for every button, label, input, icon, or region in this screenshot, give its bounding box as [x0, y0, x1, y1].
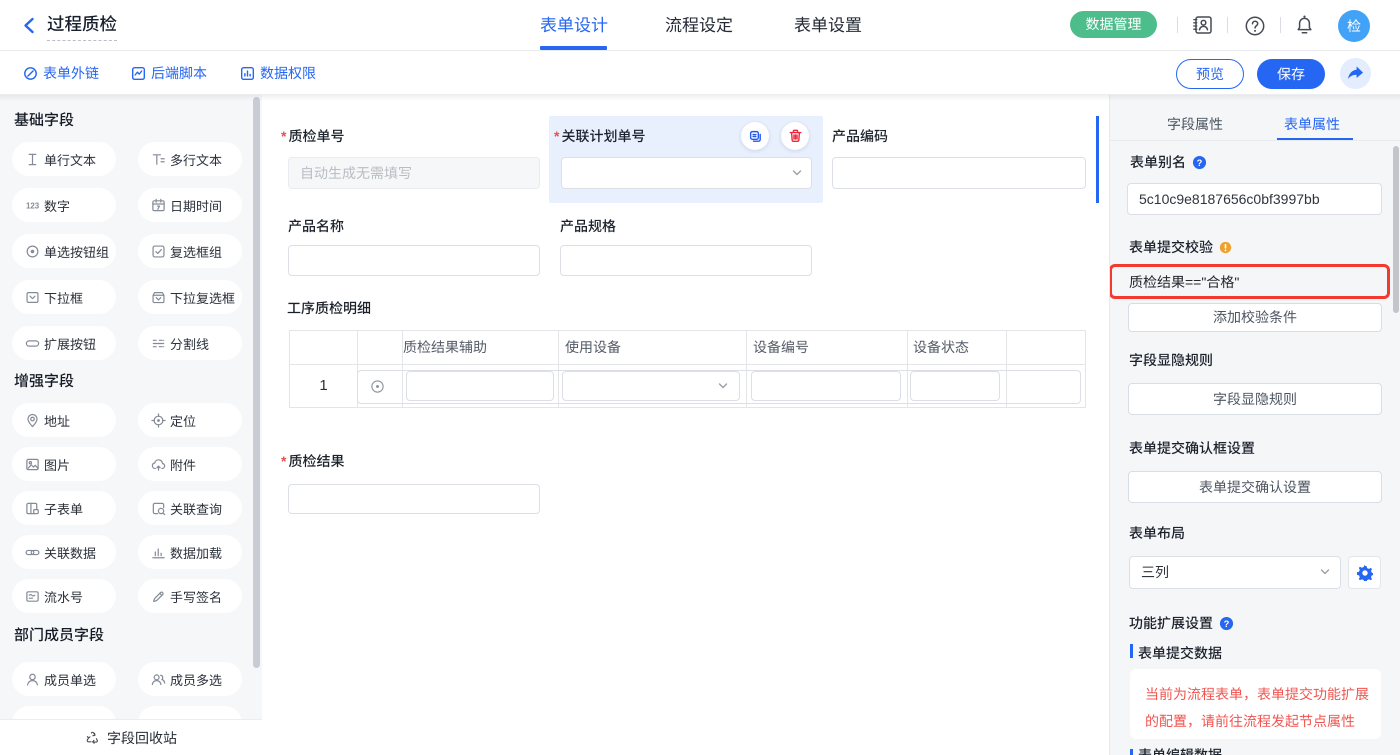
- svg-text:123: 123: [26, 201, 40, 210]
- svg-text:?: ?: [1197, 157, 1203, 167]
- svg-text:?: ?: [1224, 618, 1230, 628]
